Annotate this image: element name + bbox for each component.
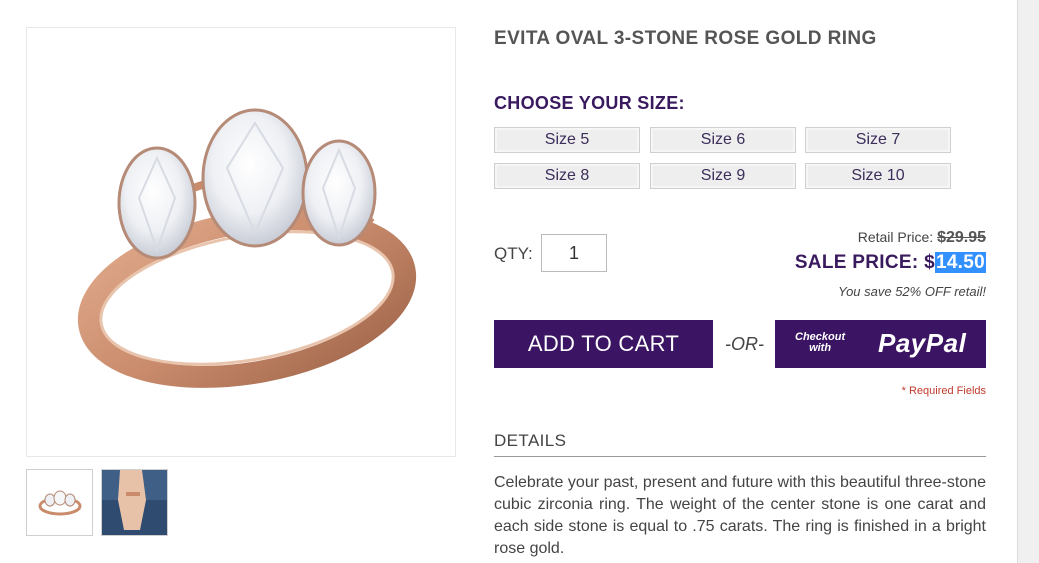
- paypal-checkout-line2: with: [809, 342, 832, 354]
- ring-thumbnail-icon: [38, 490, 82, 516]
- required-fields-note: * Required Fields: [901, 385, 986, 397]
- product-title: EVITA OVAL 3-STONE ROSE GOLD RING: [494, 28, 877, 49]
- savings-text: You save 52% OFF retail!: [838, 284, 986, 299]
- sale-price: SALE PRICE: $14.50: [795, 252, 986, 274]
- hand-thumbnail-icon: [102, 470, 167, 535]
- retail-price-value: $29.95: [937, 229, 986, 246]
- paypal-checkout-button[interactable]: Checkout with PayPal: [775, 320, 986, 368]
- thumbnail-ring[interactable]: [26, 469, 93, 536]
- paypal-logo: PayPal: [878, 328, 967, 358]
- retail-price-label: Retail Price:: [857, 229, 934, 245]
- quantity-label: QTY:: [494, 244, 533, 263]
- or-separator: -OR-: [725, 334, 764, 354]
- ring-illustration: [77, 108, 417, 388]
- retail-price: Retail Price: $29.95: [858, 229, 986, 247]
- thumbnail-ring-on-hand[interactable]: [101, 469, 168, 536]
- size-option-6[interactable]: Size 6: [650, 127, 796, 153]
- sale-price-amount: 14.50: [934, 252, 986, 273]
- sale-price-currency: $: [924, 252, 935, 273]
- size-option-8[interactable]: Size 8: [494, 163, 640, 189]
- size-option-5[interactable]: Size 5: [494, 127, 640, 153]
- quantity-input[interactable]: [541, 234, 607, 272]
- product-main-image[interactable]: [26, 27, 456, 457]
- sale-price-label: SALE PRICE:: [794, 252, 919, 273]
- details-divider: [494, 456, 986, 457]
- size-heading: CHOOSE YOUR SIZE:: [494, 93, 685, 113]
- details-heading: DETAILS: [494, 431, 567, 450]
- size-option-7[interactable]: Size 7: [805, 127, 951, 153]
- paypal-checkout-label: Checkout with: [795, 332, 845, 354]
- size-option-10[interactable]: Size 10: [805, 163, 951, 189]
- size-option-9[interactable]: Size 9: [650, 163, 796, 189]
- add-to-cart-button[interactable]: ADD TO CART: [494, 320, 713, 368]
- details-description: Celebrate your past, present and future …: [494, 474, 986, 557]
- page-scrollbar[interactable]: [1017, 0, 1039, 563]
